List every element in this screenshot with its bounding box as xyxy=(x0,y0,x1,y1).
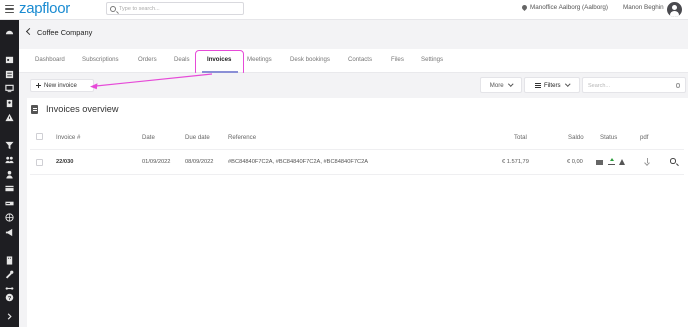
globe-icon[interactable] xyxy=(5,213,14,222)
megaphone-icon[interactable] xyxy=(5,228,14,237)
table-row[interactable]: 22/030 01/09/2022 08/09/2022 #BC84840F7C… xyxy=(30,150,684,175)
invoice-total: € 1.571,79 xyxy=(502,159,529,165)
column-due-date[interactable]: Due date xyxy=(185,134,210,141)
column-status: Status xyxy=(600,134,618,141)
invoice-document-icon xyxy=(31,105,38,114)
invoice-reference: #BC84840F7C2A, #BC84840F7C2A, #BC84840F7… xyxy=(228,159,369,165)
new-invoice-button[interactable]: New invoice xyxy=(30,79,94,92)
back-chevron-icon[interactable] xyxy=(25,27,34,36)
filter-funnel-icon[interactable] xyxy=(5,141,14,150)
invoice-date: 01/09/2022 xyxy=(142,159,171,165)
table-header: Invoice # Date Due date Reference Total … xyxy=(30,124,684,150)
chevron-down-icon xyxy=(564,81,570,87)
tab-orders[interactable]: Orders xyxy=(138,56,157,63)
server-icon[interactable] xyxy=(5,199,14,208)
more-label: More xyxy=(489,81,504,89)
user-avatar-icon[interactable] xyxy=(667,2,682,17)
invoice-number[interactable]: 22/030 xyxy=(56,159,73,165)
tab-dashboard[interactable]: Dashboard xyxy=(35,56,65,63)
top-bar: zapfloor Manoffice Aalborg (Aalborg) Man… xyxy=(0,0,688,20)
tab-meetings[interactable]: Meetings xyxy=(247,56,272,63)
invoices-table: Invoice # Date Due date Reference Total … xyxy=(30,124,684,176)
overview-title: Invoices overview xyxy=(46,104,119,114)
help-icon[interactable]: ? xyxy=(5,293,14,302)
column-total[interactable]: Total xyxy=(514,134,527,141)
download-pdf-icon[interactable] xyxy=(644,158,650,165)
tab-desk-bookings[interactable]: Desk bookings xyxy=(290,56,330,63)
invoice-search[interactable] xyxy=(582,77,686,93)
column-reference[interactable]: Reference xyxy=(228,134,256,141)
expand-chevron-icon[interactable] xyxy=(5,312,14,321)
upload-success-icon xyxy=(608,158,615,166)
location-selector[interactable]: Manoffice Aalborg (Aalborg) xyxy=(522,4,608,11)
page-header: Coffee Company xyxy=(19,20,688,49)
filter-lines-icon xyxy=(534,82,541,88)
list-icon[interactable] xyxy=(5,70,14,79)
users-group-icon[interactable] xyxy=(5,155,14,164)
email-sent-icon xyxy=(596,160,603,165)
card-icon[interactable] xyxy=(5,184,14,193)
tab-files[interactable]: Files xyxy=(391,56,404,63)
user-icon[interactable] xyxy=(5,170,14,179)
invoices-overview-panel: Invoices overview Invoice # Date Due dat… xyxy=(27,98,688,327)
column-saldo[interactable]: Saldo xyxy=(568,134,584,141)
hamburger-menu-icon[interactable] xyxy=(5,5,14,13)
page-title: Coffee Company xyxy=(37,28,93,37)
building-icon[interactable] xyxy=(5,256,14,265)
column-invoice[interactable]: Invoice # xyxy=(56,134,80,141)
global-search[interactable] xyxy=(106,2,244,15)
invoice-due-date: 08/09/2022 xyxy=(185,159,214,165)
toolbar: New invoice More Filters xyxy=(19,73,688,98)
select-all-checkbox[interactable] xyxy=(36,133,43,140)
monitor-icon[interactable] xyxy=(5,84,14,93)
tools-icon[interactable] xyxy=(5,270,14,279)
more-button[interactable]: More xyxy=(480,77,522,93)
column-date[interactable]: Date xyxy=(142,134,155,141)
plus-icon xyxy=(36,83,41,88)
tab-settings[interactable]: Settings xyxy=(421,56,443,63)
svg-text:?: ? xyxy=(8,296,12,302)
filters-label: Filters xyxy=(543,81,561,89)
invoice-search-input[interactable] xyxy=(588,81,668,90)
global-search-input[interactable] xyxy=(119,4,239,14)
row-checkbox[interactable] xyxy=(36,159,43,166)
warning-icon xyxy=(619,159,625,165)
app-logo[interactable]: zapfloor xyxy=(19,0,70,17)
new-invoice-label: New invoice xyxy=(44,82,77,89)
location-label: Manoffice Aalborg (Aalborg) xyxy=(530,4,608,11)
filters-button[interactable]: Filters xyxy=(524,77,580,93)
view-invoice-search-icon[interactable] xyxy=(670,158,676,164)
search-icon xyxy=(110,5,116,12)
tab-bar: Dashboard Subscriptions Orders Deals Inv… xyxy=(19,49,688,73)
warning-icon[interactable] xyxy=(5,113,14,122)
user-name[interactable]: Manon Beghin xyxy=(623,4,664,11)
tab-deals[interactable]: Deals xyxy=(174,56,190,63)
contact-card-icon[interactable] xyxy=(5,99,14,108)
invoice-saldo: € 0,00 xyxy=(567,159,583,165)
search-icon xyxy=(675,83,680,88)
location-pin-icon xyxy=(522,5,527,11)
left-sidebar: ? xyxy=(0,20,19,327)
chevron-down-icon xyxy=(507,81,513,87)
column-pdf: pdf xyxy=(640,134,649,141)
calendar-icon[interactable] xyxy=(5,55,14,64)
tab-contacts[interactable]: Contacts xyxy=(348,56,372,63)
tab-subscriptions[interactable]: Subscriptions xyxy=(82,56,119,63)
connection-icon[interactable] xyxy=(5,284,14,293)
dashboard-gauge-icon[interactable] xyxy=(5,28,14,37)
